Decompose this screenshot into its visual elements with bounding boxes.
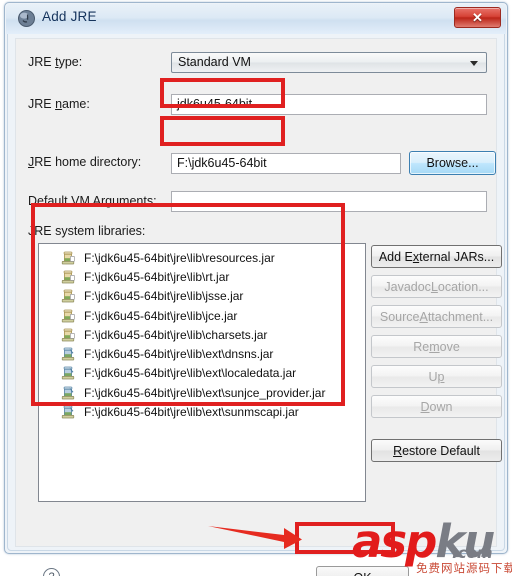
- jar-icon: [61, 270, 75, 284]
- system-libraries-label: JRE system libraries:: [28, 224, 146, 238]
- button-label-pre: Add E: [378, 249, 413, 264]
- jre-home-value: F:\jdk6u45-64bit: [177, 156, 267, 170]
- source-attachment-button: Source Attachment...: [371, 305, 502, 328]
- library-path: F:\jdk6u45-64bit\jre\lib\charsets.jar: [84, 327, 268, 342]
- javadoc-location-button: Javadoc Location...: [371, 275, 502, 298]
- button-label-accel: p: [437, 369, 445, 384]
- library-path: F:\jdk6u45-64bit\jre\lib\resources.jar: [84, 250, 275, 265]
- ext-jar-icon: [61, 386, 75, 400]
- jre-name-label: JRE name:: [28, 97, 90, 111]
- close-button[interactable]: ✕: [454, 7, 501, 28]
- restore-default-button[interactable]: Restore Default: [371, 439, 502, 462]
- ext-jar-icon: [61, 405, 75, 419]
- library-path: F:\jdk6u45-64bit\jre\lib\jsse.jar: [84, 289, 244, 304]
- list-item[interactable]: F:\jdk6u45-64bit\jre\lib\ext\sunjce_prov…: [39, 383, 365, 402]
- browse-button[interactable]: Browse...: [409, 151, 496, 175]
- button-label-accel: R: [393, 443, 403, 458]
- jre-type-label: JRE type:: [28, 55, 83, 69]
- remove-button: Re m ove: [371, 335, 502, 358]
- list-item[interactable]: F:\jdk6u45-64bit\jre\lib\ext\localedata.…: [39, 364, 365, 383]
- library-path: F:\jdk6u45-64bit\jre\lib\ext\sunjce_prov…: [84, 385, 326, 400]
- button-label-post: ttachment...: [427, 309, 494, 324]
- button-label-post: ocation...: [437, 279, 489, 294]
- button-label-post: ternal JARs...: [419, 249, 495, 264]
- library-path: F:\jdk6u45-64bit\jre\lib\rt.jar: [84, 269, 230, 284]
- list-item[interactable]: F:\jdk6u45-64bit\jre\lib\resources.jar: [39, 248, 365, 267]
- library-path: F:\jdk6u45-64bit\jre\lib\jce.jar: [84, 308, 238, 323]
- list-item[interactable]: F:\jdk6u45-64bit\jre\lib\ext\dnsns.jar: [39, 344, 365, 363]
- list-item[interactable]: F:\jdk6u45-64bit\jre\lib\rt.jar: [39, 267, 365, 286]
- library-rows: F:\jdk6u45-64bit\jre\lib\resources.jar F:…: [39, 244, 365, 422]
- title-bar[interactable]: Add JRE ✕: [6, 4, 506, 34]
- dialog-body: JRE type: Standard VM JRE name: jdk6u45-…: [15, 38, 502, 576]
- button-label-accel: L: [430, 279, 438, 294]
- button-label-pre: Javadoc: [384, 279, 431, 294]
- add-jre-dialog: Add JRE ✕ JRE type: Standard VM JRE name…: [4, 2, 508, 576]
- button-label-pre: Re: [413, 339, 430, 354]
- help-button[interactable]: ?: [43, 568, 60, 576]
- vm-arguments-label: Default VM Arguments:: [28, 194, 157, 208]
- list-item[interactable]: F:\jdk6u45-64bit\jre\lib\charsets.jar: [39, 325, 365, 344]
- add-external-jars-button[interactable]: Add Ex ternal JARs...: [371, 245, 502, 268]
- button-label-accel: A: [419, 309, 428, 324]
- chevron-down-icon: [470, 61, 478, 66]
- library-path: F:\jdk6u45-64bit\jre\lib\ext\localedata.…: [84, 366, 297, 381]
- button-label-accel: m: [429, 339, 440, 354]
- button-label-post: estore Default: [402, 443, 480, 458]
- button-label-post: own: [429, 399, 453, 414]
- down-button: Down: [371, 395, 502, 418]
- window-title: Add JRE: [42, 9, 97, 24]
- ok-button[interactable]: OK: [316, 566, 409, 576]
- list-item[interactable]: F:\jdk6u45-64bit\jre\lib\jsse.jar: [39, 287, 365, 306]
- up-button: Up: [371, 365, 502, 388]
- button-label-post: ove: [439, 339, 460, 354]
- jre-name-value: jdk6u45-64bit: [177, 97, 253, 111]
- library-path: F:\jdk6u45-64bit\jre\lib\ext\sunmscapi.j…: [84, 405, 299, 420]
- jre-type-select[interactable]: Standard VM: [171, 52, 487, 73]
- watermark-tagline: 免费网站源码下载站!: [416, 563, 512, 575]
- jar-icon: [61, 309, 75, 323]
- vm-arguments-input[interactable]: [171, 191, 487, 212]
- close-icon: ✕: [472, 9, 483, 25]
- button-label-pre: U: [428, 369, 438, 384]
- jre-home-label: JRE home directory:: [28, 155, 142, 169]
- jre-type-value: Standard VM: [178, 55, 251, 69]
- button-label-pre: Source: [379, 309, 420, 324]
- list-item[interactable]: F:\jdk6u45-64bit\jre\lib\jce.jar: [39, 306, 365, 325]
- jre-home-input[interactable]: F:\jdk6u45-64bit: [171, 153, 401, 174]
- jre-name-input[interactable]: jdk6u45-64bit: [171, 94, 487, 115]
- jar-icon: [61, 251, 75, 265]
- button-label-accel: D: [420, 399, 430, 414]
- question-mark-icon: ?: [48, 571, 54, 576]
- screenshot-root: Add JRE ✕ JRE type: Standard VM JRE name…: [0, 0, 512, 576]
- jre-icon: [18, 10, 35, 27]
- system-libraries-list[interactable]: F:\jdk6u45-64bit\jre\lib\resources.jar F:…: [38, 243, 366, 502]
- list-item[interactable]: F:\jdk6u45-64bit\jre\lib\ext\sunmscapi.j…: [39, 402, 365, 421]
- jar-icon: [61, 328, 75, 342]
- jar-icon: [61, 289, 75, 303]
- library-path: F:\jdk6u45-64bit\jre\lib\ext\dnsns.jar: [84, 347, 274, 362]
- ext-jar-icon: [61, 366, 75, 380]
- ext-jar-icon: [61, 347, 75, 361]
